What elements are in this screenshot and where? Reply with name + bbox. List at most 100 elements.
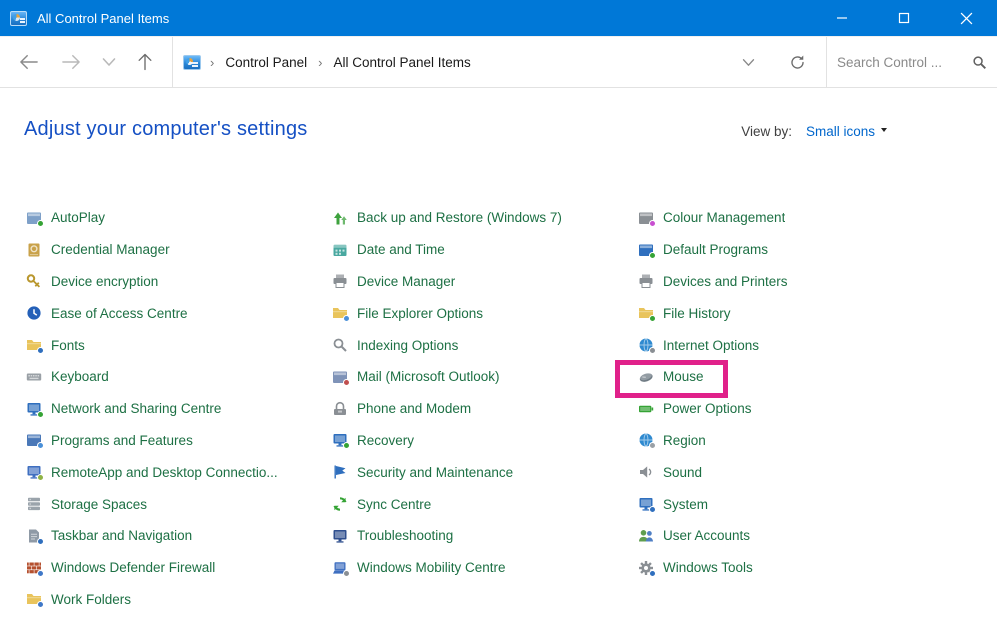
- item-storage-spaces[interactable]: Storage Spaces: [26, 488, 332, 520]
- item-work-folders[interactable]: Work Folders: [26, 584, 332, 616]
- item-mail-microsoft-outlook[interactable]: Mail (Microsoft Outlook): [332, 361, 638, 393]
- item-label: Sound: [663, 465, 702, 480]
- item-region[interactable]: Region: [638, 425, 978, 457]
- item-remoteapp-and-desktop-connectio[interactable]: RemoteApp and Desktop Connectio...: [26, 456, 332, 488]
- icon-badge: [37, 442, 44, 449]
- item-label: Region: [663, 433, 706, 448]
- title-bar: All Control Panel Items: [0, 0, 997, 36]
- item-power-options[interactable]: Power Options: [638, 393, 978, 425]
- chevron-down-icon: [102, 57, 116, 67]
- system-icon: [638, 496, 654, 512]
- item-internet-options[interactable]: Internet Options: [638, 329, 978, 361]
- item-fonts[interactable]: Fonts: [26, 329, 332, 361]
- item-programs-and-features[interactable]: Programs and Features: [26, 425, 332, 457]
- work-folders-icon: [26, 591, 42, 607]
- item-device-encryption[interactable]: Device encryption: [26, 266, 332, 298]
- icon-badge: [37, 474, 44, 481]
- item-file-history[interactable]: File History: [638, 297, 978, 329]
- item-windows-defender-firewall[interactable]: Windows Defender Firewall: [26, 552, 332, 584]
- item-sync-centre[interactable]: Sync Centre: [332, 488, 638, 520]
- address-bar[interactable]: › Control Panel › All Control Panel Item…: [172, 37, 827, 87]
- address-dropdown-button[interactable]: [738, 54, 759, 71]
- taskbar-and-navigation-icon: [26, 528, 42, 544]
- item-autoplay[interactable]: AutoPlay: [26, 202, 332, 234]
- icon-badge: [343, 379, 350, 386]
- item-recovery[interactable]: Recovery: [332, 425, 638, 457]
- item-back-up-and-restore-windows-7[interactable]: Back up and Restore (Windows 7): [332, 202, 638, 234]
- item-file-explorer-options[interactable]: File Explorer Options: [332, 297, 638, 329]
- sound-icon: [638, 464, 654, 480]
- item-network-and-sharing-centre[interactable]: Network and Sharing Centre: [26, 393, 332, 425]
- user-accounts-icon: [638, 528, 654, 544]
- item-label: AutoPlay: [51, 210, 105, 225]
- item-security-and-maintenance[interactable]: Security and Maintenance: [332, 456, 638, 488]
- colour-management-icon: [638, 210, 654, 226]
- window-controls: [811, 0, 997, 36]
- item-sound[interactable]: Sound: [638, 456, 978, 488]
- refresh-button[interactable]: [785, 50, 810, 75]
- item-windows-tools[interactable]: Windows Tools: [638, 552, 978, 584]
- item-label: File History: [663, 306, 731, 321]
- recent-locations-button[interactable]: [98, 53, 120, 71]
- back-button[interactable]: [14, 49, 44, 75]
- item-label: Mail (Microsoft Outlook): [357, 369, 500, 384]
- minimize-button[interactable]: [811, 0, 873, 36]
- view-by-dropdown[interactable]: Small icons: [806, 124, 887, 139]
- item-system[interactable]: System: [638, 488, 978, 520]
- item-taskbar-and-navigation[interactable]: Taskbar and Navigation: [26, 520, 332, 552]
- file-explorer-options-icon: [332, 305, 348, 321]
- close-button[interactable]: [935, 0, 997, 36]
- item-label: Network and Sharing Centre: [51, 401, 221, 416]
- search-icon: [972, 55, 987, 70]
- maximize-button[interactable]: [873, 0, 935, 36]
- item-indexing-options[interactable]: Indexing Options: [332, 329, 638, 361]
- item-devices-and-printers[interactable]: Devices and Printers: [638, 266, 978, 298]
- autoplay-icon: [26, 210, 42, 226]
- troubleshooting-icon: [332, 528, 348, 544]
- item-label: Windows Tools: [663, 560, 753, 575]
- item-label: Windows Defender Firewall: [51, 560, 215, 575]
- page-title: Adjust your computer's settings: [24, 118, 307, 141]
- icon-badge: [37, 220, 44, 227]
- item-colour-management[interactable]: Colour Management: [638, 202, 978, 234]
- item-windows-mobility-centre[interactable]: Windows Mobility Centre: [332, 552, 638, 584]
- item-user-accounts[interactable]: User Accounts: [638, 520, 978, 552]
- control-panel-breadcrumb-icon: [183, 55, 201, 70]
- item-keyboard[interactable]: Keyboard: [26, 361, 332, 393]
- icon-badge: [37, 570, 44, 577]
- devices-and-printers-icon: [638, 273, 654, 289]
- item-label: Keyboard: [51, 369, 109, 384]
- item-phone-and-modem[interactable]: Phone and Modem: [332, 393, 638, 425]
- icon-badge: [37, 601, 44, 608]
- breadcrumb-control-panel[interactable]: Control Panel: [223, 51, 309, 74]
- remoteapp-and-desktop-connectio-icon: [26, 464, 42, 480]
- chevron-right-icon: ›: [309, 55, 331, 70]
- item-credential-manager[interactable]: Credential Manager: [26, 234, 332, 266]
- search-input[interactable]: [837, 55, 972, 70]
- credential-manager-icon: [26, 242, 42, 258]
- maximize-icon: [898, 12, 910, 24]
- item-label: Colour Management: [663, 210, 785, 225]
- forward-button[interactable]: [56, 49, 86, 75]
- search-box: [827, 37, 997, 87]
- items-column-1: AutoPlay Credential Manager Device encry…: [26, 202, 332, 615]
- window-title: All Control Panel Items: [37, 11, 169, 26]
- chevron-down-icon: [742, 58, 755, 67]
- device-manager-icon: [332, 273, 348, 289]
- item-mouse[interactable]: Mouse: [638, 361, 978, 393]
- control-panel-app-icon: [10, 11, 27, 26]
- item-label: Default Programs: [663, 242, 768, 257]
- up-button[interactable]: [132, 48, 158, 76]
- keyboard-icon: [26, 369, 42, 385]
- items-grid: AutoPlay Credential Manager Device encry…: [0, 202, 997, 615]
- item-default-programs[interactable]: Default Programs: [638, 234, 978, 266]
- item-device-manager[interactable]: Device Manager: [332, 266, 638, 298]
- power-options-icon: [638, 401, 654, 417]
- icon-badge: [649, 347, 656, 354]
- item-ease-of-access-centre[interactable]: Ease of Access Centre: [26, 297, 332, 329]
- default-programs-icon: [638, 242, 654, 258]
- item-troubleshooting[interactable]: Troubleshooting: [332, 520, 638, 552]
- item-date-and-time[interactable]: Date and Time: [332, 234, 638, 266]
- breadcrumb-all-control-panel-items[interactable]: All Control Panel Items: [332, 51, 473, 74]
- item-label: Device Manager: [357, 274, 455, 289]
